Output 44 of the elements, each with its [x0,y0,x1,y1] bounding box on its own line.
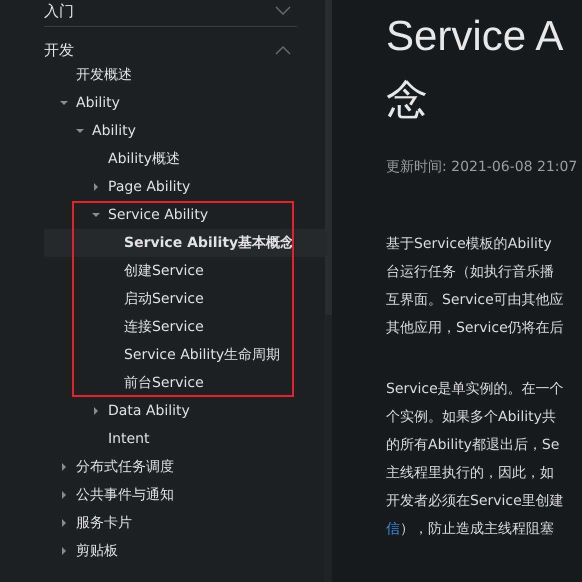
paragraph-line: 互界面。Service可由其他应 [386,291,565,310]
update-time: 更新时间: 2021-06-08 21:07 [386,158,578,176]
nav-item[interactable]: 前台Service [44,369,325,397]
nav-item[interactable]: 公共事件与通知 [44,481,325,509]
chevron-down-icon[interactable] [275,6,291,16]
paragraph-line: 其他应用，Service仍将在后 [386,319,565,338]
text-link[interactable]: 信 [386,521,400,537]
nav-item[interactable]: 分布式任务调度 [44,453,325,481]
paragraph-line: 台运行任务（如执行音乐播 [386,263,555,282]
nav-item[interactable]: 连接Service [44,313,325,341]
nav-item[interactable]: Page Ability [44,173,325,201]
paragraph-line: Service是单实例的。在一个 [386,380,565,399]
nav-item[interactable]: 启动Service [44,285,325,313]
section-header[interactable]: 入门 [44,0,297,22]
caret-right-icon[interactable] [92,407,100,415]
paragraph-line: 基于Service模板的Ability [386,235,553,254]
section-header[interactable]: 开发 [44,39,297,61]
caret-right-icon[interactable] [60,547,68,555]
nav-item[interactable]: Ability [44,117,325,145]
caret-down-icon[interactable] [76,127,84,135]
nav-item[interactable]: Data Ability [44,397,325,425]
caret-down-icon[interactable] [92,211,100,219]
paragraph-line: 个实例。如果多个Ability共 [386,408,557,427]
chevron-up-icon[interactable] [275,45,291,55]
nav-item[interactable]: 服务卡片 [44,509,325,537]
nav-item[interactable]: 创建Service [44,257,325,285]
caret-right-icon[interactable] [60,519,68,527]
paragraph-line: 主线程里执行的，因此，如 [386,464,555,483]
nav-item[interactable]: Ability概述 [44,145,325,173]
paragraph-line: 的所有Ability都退出后，Se [386,436,560,455]
paragraph-line: 开发者必须在Service里创建 [386,492,565,511]
nav-item[interactable]: Service Ability生命周期 [44,341,325,369]
nav-item[interactable]: Ability [44,89,325,117]
caret-down-icon[interactable] [60,99,68,107]
caret-right-icon[interactable] [60,491,68,499]
nav-item[interactable]: Service Ability基本概念 [44,229,325,257]
caret-right-icon[interactable] [92,183,100,191]
caret-right-icon[interactable] [60,463,68,471]
nav-item[interactable]: 开发概述 [44,61,325,89]
paragraph-line: ），防止造成主线程阻塞 [400,521,554,537]
nav-item[interactable]: Intent [44,425,325,453]
nav-item[interactable]: Service Ability [44,201,325,229]
nav-item[interactable]: 剪贴板 [44,537,325,565]
page-title: Service A 念 [386,11,564,125]
